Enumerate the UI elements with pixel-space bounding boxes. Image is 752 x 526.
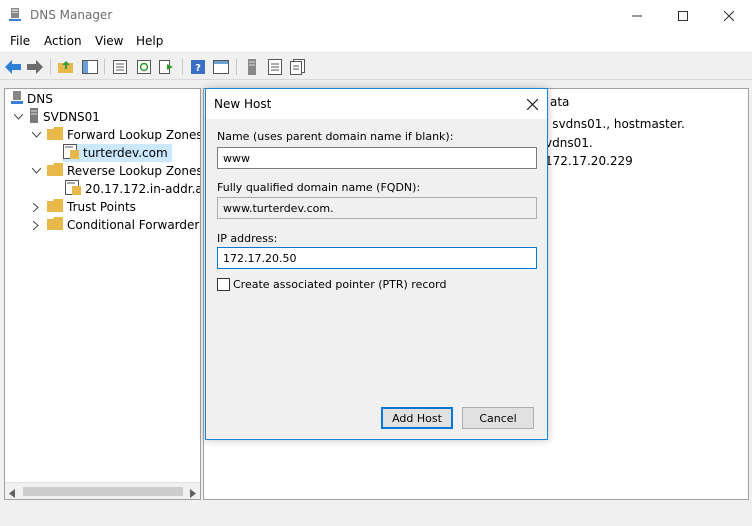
refresh-button[interactable]: [135, 58, 153, 76]
menu-bar: File Action View Help: [0, 31, 752, 53]
ip-address-label: IP address:: [217, 232, 278, 245]
dialog-close-button[interactable]: [523, 95, 541, 113]
ptr-record-label[interactable]: Create associated pointer (PTR) record: [233, 278, 446, 291]
menu-help[interactable]: Help: [136, 34, 163, 48]
help-button[interactable]: ?: [189, 58, 207, 76]
scrollbar-thumb[interactable]: [23, 487, 183, 496]
minimize-icon: [632, 15, 642, 16]
zone-file-icon: [268, 59, 282, 75]
arrow-left-icon: [5, 60, 21, 74]
forward-button[interactable]: [26, 58, 44, 76]
refresh-icon: [137, 60, 151, 74]
export-list-icon: [159, 60, 173, 74]
server-icon: [29, 108, 39, 126]
dialog-title: New Host: [214, 97, 272, 111]
toolbar-separator: [236, 59, 237, 75]
console-tree-pane[interactable]: DNS SVDNS01 Forward Lookup Zones turterd…: [4, 88, 201, 500]
chevron-right-icon[interactable]: [31, 202, 41, 212]
record-row[interactable]: vdns01.: [545, 136, 593, 150]
back-button[interactable]: [4, 58, 22, 76]
menu-file[interactable]: File: [10, 34, 30, 48]
export-list-button[interactable]: [158, 58, 176, 76]
menu-action[interactable]: Action: [44, 34, 82, 48]
dns-app-icon: [8, 8, 22, 22]
folder-icon: [47, 163, 63, 179]
toolbar: ?: [0, 54, 752, 80]
chevron-right-icon[interactable]: [31, 220, 41, 230]
chevron-down-icon[interactable]: [31, 166, 41, 176]
help-icon: ?: [191, 60, 205, 74]
close-icon: [724, 10, 734, 21]
tree-item-server[interactable]: SVDNS01: [13, 108, 100, 126]
toolbar-separator: [182, 59, 183, 75]
new-host-dialog: New Host Name (uses parent domain name i…: [205, 88, 548, 440]
fqdn-label: Fully qualified domain name (FQDN):: [217, 181, 421, 194]
tree-label: Reverse Lookup Zones: [67, 164, 201, 178]
close-icon: [526, 98, 538, 110]
ptr-record-option[interactable]: Create associated pointer (PTR) record: [217, 278, 446, 291]
record-row[interactable]: 172.17.20.229: [545, 154, 633, 168]
window-title: DNS Manager: [30, 8, 113, 22]
record-row[interactable]: ], svdns01., hostmaster.: [540, 117, 685, 131]
properties-icon: [113, 60, 127, 74]
records-icon: [290, 59, 305, 75]
tree-label: SVDNS01: [43, 110, 100, 124]
zone-file-icon: [65, 180, 81, 198]
tree-horizontal-scrollbar[interactable]: [5, 482, 200, 499]
zone-file-icon: [63, 144, 79, 162]
properties-button[interactable]: [111, 58, 129, 76]
maximize-button[interactable]: [660, 0, 706, 31]
scroll-right-icon[interactable]: [190, 487, 196, 499]
show-tree-icon: [82, 60, 98, 74]
status-bar: [0, 502, 752, 526]
name-label: Name (uses parent domain name if blank):: [217, 130, 454, 143]
server-icon: [248, 59, 256, 75]
toolbar-separator: [104, 59, 105, 75]
toolbar-separator: [50, 59, 51, 75]
svg-text:?: ?: [195, 63, 201, 74]
zone-list-button[interactable]: [266, 58, 284, 76]
up-one-level-button[interactable]: [57, 58, 75, 76]
window-titlebar: DNS Manager: [0, 0, 752, 31]
folder-icon: [47, 127, 63, 143]
add-host-button[interactable]: Add Host: [381, 407, 453, 429]
tree-label: Conditional Forwarders: [67, 218, 201, 232]
folder-icon: [47, 199, 63, 215]
tree-label: turterdev.com: [83, 146, 168, 160]
tree-item-conditional-forwarders[interactable]: Conditional Forwarders: [31, 216, 201, 234]
records-list-button[interactable]: [289, 58, 307, 76]
dialog-titlebar: New Host: [206, 89, 547, 119]
chevron-down-icon[interactable]: [13, 112, 23, 122]
name-input[interactable]: [217, 147, 537, 169]
minimize-button[interactable]: [614, 0, 660, 31]
close-window-button[interactable]: [706, 0, 752, 31]
show-hide-tree-button[interactable]: [81, 58, 99, 76]
tree-item-trust-points[interactable]: Trust Points: [31, 198, 136, 216]
tree-label: DNS: [27, 92, 53, 106]
server-list-button[interactable]: [243, 58, 261, 76]
dns-icon: [11, 90, 23, 108]
tree-item-turterdev-zone[interactable]: turterdev.com: [63, 144, 172, 162]
tree-label: 20.17.172.in-addr.arpa: [85, 182, 200, 196]
scroll-left-icon[interactable]: [9, 487, 15, 499]
column-header-data[interactable]: ata: [550, 95, 569, 109]
menu-view[interactable]: View: [95, 34, 123, 48]
chevron-down-icon[interactable]: [31, 130, 41, 140]
maximize-icon: [678, 10, 688, 21]
console-icon: [213, 60, 229, 74]
tree-item-reverse-lookup-zones[interactable]: Reverse Lookup Zones: [31, 162, 201, 180]
tree-item-reverse-zone[interactable]: 20.17.172.in-addr.arpa: [65, 180, 200, 198]
arrow-right-icon: [27, 60, 43, 74]
tree-item-dns[interactable]: DNS: [11, 90, 53, 108]
tree-label: Trust Points: [67, 200, 136, 214]
tree-label: Forward Lookup Zones: [67, 128, 201, 142]
folder-up-icon: [58, 61, 73, 73]
cancel-button[interactable]: Cancel: [462, 407, 534, 429]
ip-address-input[interactable]: [217, 247, 537, 269]
ptr-record-checkbox[interactable]: [217, 278, 230, 291]
folder-icon: [47, 217, 63, 233]
console-view-button[interactable]: [212, 58, 230, 76]
fqdn-field: [217, 197, 537, 219]
tree-item-forward-lookup-zones[interactable]: Forward Lookup Zones: [31, 126, 201, 144]
